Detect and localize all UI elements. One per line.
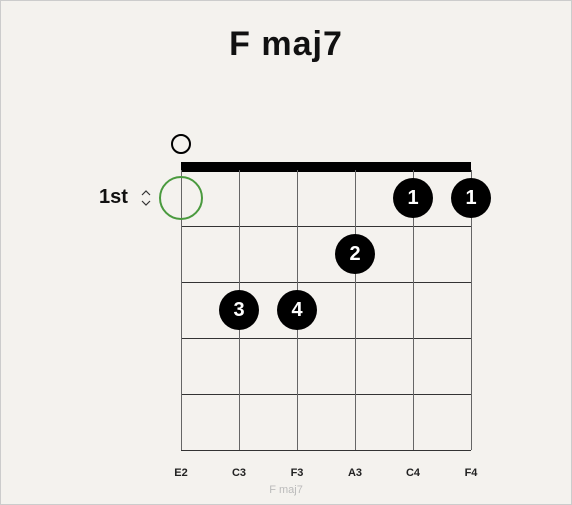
fret-line	[181, 338, 471, 339]
finger-dot: 4	[277, 290, 317, 330]
fret-line	[181, 226, 471, 227]
fret-line	[181, 450, 471, 451]
nut	[181, 162, 471, 172]
open-string-marker	[171, 134, 191, 154]
string-note-label: A3	[348, 467, 362, 479]
string-note-label: E2	[174, 467, 187, 479]
start-fret-label: 1st	[99, 186, 128, 209]
finger-dot: 1	[393, 178, 433, 218]
chevron-down-icon	[141, 200, 151, 207]
string-note-label: F3	[291, 467, 304, 479]
finger-dot: 1	[451, 178, 491, 218]
string-note-label: C4	[406, 467, 420, 479]
chord-diagram: 1st 11234E2C3F3A3C4F4	[1, 72, 571, 472]
fret-stepper[interactable]	[141, 189, 153, 207]
chord-caption: F maj7	[1, 484, 571, 496]
highlight-ring	[159, 176, 203, 220]
finger-dot: 3	[219, 290, 259, 330]
string-note-label: F4	[465, 467, 478, 479]
string-note-label: C3	[232, 467, 246, 479]
fret-line	[181, 394, 471, 395]
finger-dot: 2	[335, 234, 375, 274]
chord-title: F maj7	[1, 25, 571, 64]
string-line	[355, 170, 356, 450]
fret-line	[181, 282, 471, 283]
chevron-up-icon	[141, 189, 151, 196]
